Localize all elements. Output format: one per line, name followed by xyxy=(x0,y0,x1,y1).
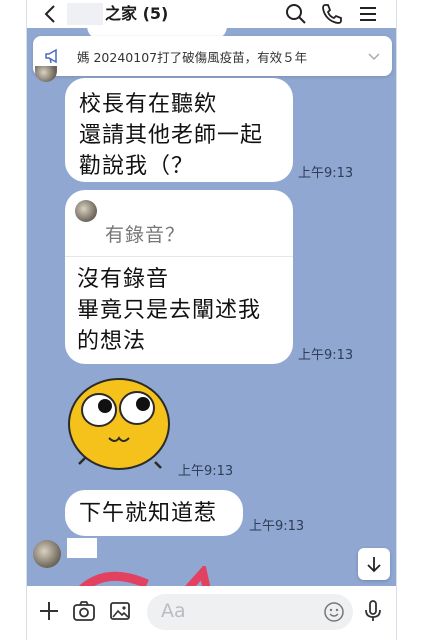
message-timestamp: 上午9:13 xyxy=(298,166,354,181)
chat-screen: 之家 (5) 媽 20240107打了破傷風疫苗，有效５年 校長有在聽欸 還請其… xyxy=(26,0,397,640)
googly-eyes-sticker[interactable] xyxy=(65,372,173,472)
message-line: 勸說我（？ xyxy=(79,154,195,179)
sender-name-redacted xyxy=(67,538,97,558)
message-line: 畢竟只是去闡述我 xyxy=(77,298,262,323)
camera-icon[interactable] xyxy=(72,599,96,623)
scroll-to-bottom-button[interactable] xyxy=(358,548,390,580)
message-line: 的想法 xyxy=(77,329,147,354)
emoji-icon[interactable] xyxy=(323,601,345,623)
microphone-icon[interactable] xyxy=(361,599,385,623)
quoted-sender-avatar xyxy=(75,200,97,222)
message-line: 沒有錄音 xyxy=(77,267,170,292)
phone-call-icon[interactable] xyxy=(319,1,345,27)
message-line: 還請其他老師一起 xyxy=(79,123,264,148)
search-icon[interactable] xyxy=(283,1,309,27)
arrow-down-icon xyxy=(367,557,381,573)
message-bubble[interactable]: 下午就知道惹 xyxy=(65,490,243,536)
message-input[interactable]: Aa xyxy=(147,594,353,630)
message-timestamp: 上午9:13 xyxy=(298,348,354,363)
chevron-down-icon[interactable] xyxy=(366,48,382,64)
quoted-message-text: 有錄音？ xyxy=(105,224,186,246)
announcement-banner[interactable]: 媽 20240107打了破傷風疫苗，有效５年 xyxy=(33,36,392,76)
sender-avatar[interactable] xyxy=(33,540,61,568)
chat-header: 之家 (5) xyxy=(27,0,396,28)
reply-message-bubble[interactable]: 有錄音？ 沒有錄音 畢竟只是去闡述我 的想法 xyxy=(65,190,293,364)
reply-body: 沒有錄音 畢竟只是去闡述我 的想法 xyxy=(77,264,261,357)
reply-divider xyxy=(65,256,293,257)
message-line: 下午就知道惹 xyxy=(79,501,218,526)
back-arrow-icon[interactable] xyxy=(39,2,63,26)
menu-icon[interactable] xyxy=(355,1,381,27)
message-timestamp: 上午9:13 xyxy=(178,464,234,479)
input-placeholder: Aa xyxy=(161,600,186,622)
message-timestamp: 上午9:13 xyxy=(249,519,305,534)
message-composer: Aa xyxy=(27,586,396,640)
sender-avatar[interactable] xyxy=(35,66,57,82)
announcement-text: 媽 20240107打了破傷風疫苗，有效５年 xyxy=(77,50,308,65)
message-bubble[interactable]: 校長有在聽欸 還請其他老師一起 勸說我（？ xyxy=(65,78,293,182)
group-name-redacted xyxy=(67,3,103,25)
chat-title[interactable]: 之家 (5) xyxy=(105,3,168,25)
plus-icon[interactable] xyxy=(37,599,61,623)
image-icon[interactable] xyxy=(108,599,132,623)
megaphone-icon xyxy=(45,48,57,64)
message-line: 校長有在聽欸 xyxy=(79,92,218,117)
